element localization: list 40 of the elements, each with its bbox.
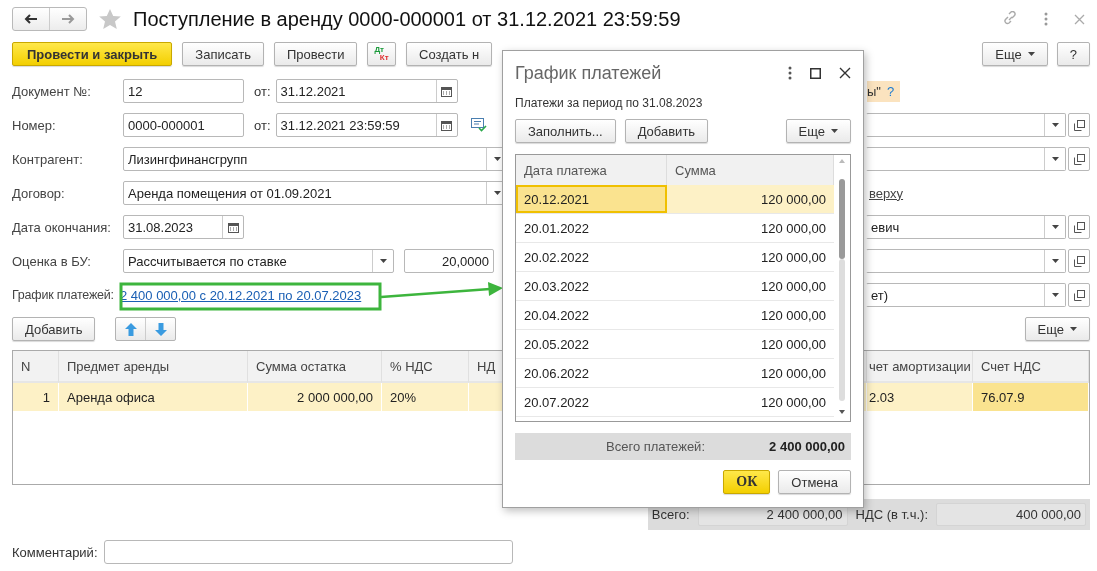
dialog-subtitle: Платежи за период по 31.08.2023 [515,96,704,110]
table-cell: Аренда офиса [59,383,248,411]
field-label: Документ №: [12,83,92,99]
table-cell-text: 20.03.2022 [523,277,591,296]
dialog-title: График платежей [515,62,663,84]
field-label: График платежей: [12,288,115,302]
table-cell: 20.12.2021 [516,185,667,213]
table-cell-text: 20.05.2022 [523,335,591,354]
table-cell-text: 120 000,00 [759,364,827,383]
window-title: Поступление в аренду 0000-000001 от 31.12.2021 23:59:59 [133,7,682,31]
field-label: Номер: [12,117,57,133]
field-label: Дата окончания: [12,219,112,235]
table-cell: 1 [13,383,59,411]
hint-text: ы" ? [867,80,901,102]
table-cell: 2 000 000,00 [248,383,382,411]
field-label: Контрагент: [12,151,84,167]
field-label: Оценка в БУ: [12,253,92,269]
table-cell-text: 120 000,00 [759,219,827,238]
total-label: Всего: [651,507,690,522]
field-label: от: [254,83,271,99]
total-label: Всего платежей: [605,439,705,454]
table-cell-text: 20.04.2022 [523,306,591,325]
vat-label: НДС (в т.ч.): [855,507,928,522]
table-cell-text: 120 000,00 [759,248,827,267]
table-cell-text: 120 000,00 [759,335,827,354]
field-label: от: [254,117,271,133]
table-cell-text: 120 000,00 [759,190,827,209]
table-cell-text: 20.01.2022 [523,219,591,238]
table-cell: 20% [382,383,469,411]
table-cell-text: 120 000,00 [759,393,827,412]
table-cell-text: 120 000,00 [759,306,827,325]
vat-field: 400 000,00 [936,503,1086,526]
table-cell: 76.07.9 [973,383,1089,411]
field-label: Договор: [12,185,66,201]
table-cell-text: 120 000,00 [759,277,827,296]
table-cell-text: 20.07.2022 [523,393,591,412]
total-value: 2 400 000,00 [768,439,845,454]
table-cell-text: 20.06.2022 [523,364,591,383]
table-cell-text: 20.02.2022 [523,248,591,267]
field-label: Комментарий: [12,544,98,560]
